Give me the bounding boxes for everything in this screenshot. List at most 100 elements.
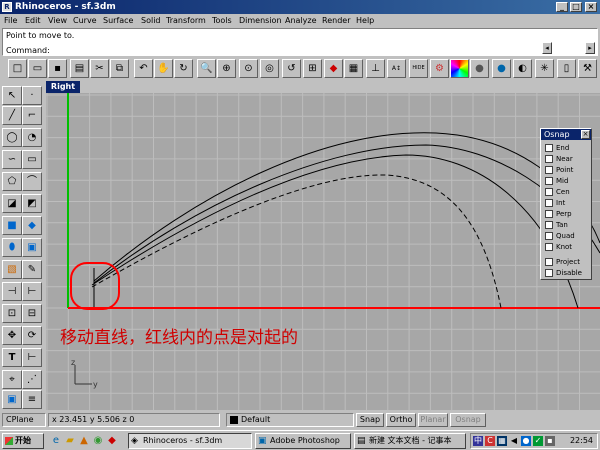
ortho-toggle[interactable]: Ortho	[386, 413, 416, 427]
copy-icon[interactable]: ⧉	[110, 59, 129, 78]
osnap-tan[interactable]: Tan	[545, 220, 568, 230]
pan-icon[interactable]: ✋	[154, 59, 173, 78]
media-icon[interactable]: ◆	[106, 435, 118, 447]
light-icon[interactable]: ✳	[535, 59, 554, 78]
render-icon[interactable]: ▣	[2, 390, 22, 409]
group-icon[interactable]: ⊟	[22, 304, 42, 323]
menu-dimension[interactable]: Dimension	[239, 15, 282, 26]
osnap-point[interactable]: Point	[545, 165, 573, 175]
point-icon[interactable]: ·	[22, 86, 42, 105]
status-cplane[interactable]: CPlane	[2, 413, 46, 427]
ie-icon[interactable]: e	[50, 435, 62, 447]
curve-icon[interactable]: ∽	[2, 150, 22, 169]
desktop-icon[interactable]: ▲	[78, 435, 90, 447]
four-viewports-icon[interactable]: ⊞	[303, 59, 322, 78]
print-icon[interactable]: ▤	[70, 59, 89, 78]
zoom-extents-icon[interactable]: ⊙	[239, 59, 258, 78]
line-icon[interactable]: ╱	[2, 106, 22, 125]
planar-toggle[interactable]: Planar	[418, 413, 448, 427]
osnap-quad[interactable]: Quad	[545, 231, 575, 241]
box-icon[interactable]: ■	[2, 216, 22, 235]
menu-view[interactable]: View	[48, 15, 67, 26]
minimize-button[interactable]: _	[556, 2, 568, 12]
menu-render[interactable]: Render	[322, 15, 350, 26]
rhino-app-icon[interactable]: R	[2, 2, 12, 12]
osnap-cen[interactable]: Cen	[545, 187, 570, 197]
save-icon[interactable]: ▪	[48, 59, 67, 78]
menu-edit[interactable]: Edit	[25, 15, 41, 26]
layer-toggle-icon[interactable]: ≡	[22, 390, 42, 409]
grid-icon[interactable]: ▦	[344, 59, 363, 78]
cplane-icon[interactable]: ⊥	[366, 59, 385, 78]
move-icon[interactable]: ✥	[2, 326, 22, 345]
tray-input-icon[interactable]: 中	[473, 436, 483, 446]
osnap-mid[interactable]: Mid	[545, 176, 568, 186]
dimension-icon[interactable]: ⊢	[22, 348, 42, 367]
explode-icon[interactable]: ⊡	[2, 304, 22, 323]
mesh-icon[interactable]: ▧	[2, 260, 22, 279]
osnap-project[interactable]: Project	[545, 257, 580, 267]
circle-icon[interactable]: ◯	[2, 128, 22, 147]
menu-file[interactable]: File	[4, 15, 17, 26]
zoom-window-icon[interactable]: ⊕	[217, 59, 236, 78]
osnap-knot[interactable]: Knot	[545, 242, 572, 252]
task-photoshop[interactable]: ▣ Adobe Photoshop	[255, 433, 351, 449]
show-all-icon[interactable]: A↕	[387, 59, 406, 78]
new-file-icon[interactable]: □	[8, 59, 27, 78]
color-wheel-icon[interactable]	[450, 59, 469, 78]
shaded-sphere-icon[interactable]: ●	[492, 59, 511, 78]
tray-app-icon[interactable]: ●	[521, 436, 531, 446]
osnap-close-button[interactable]: ×	[581, 130, 590, 139]
rendered-icon[interactable]: ◐	[513, 59, 532, 78]
menu-tools[interactable]: Tools	[212, 15, 232, 26]
command-scroll-left[interactable]: ◂	[542, 42, 552, 54]
edit-points-icon[interactable]: ⋰	[22, 370, 42, 389]
menu-analyze[interactable]: Analyze	[285, 15, 317, 26]
undo-view-icon[interactable]: ↺	[282, 59, 301, 78]
maximize-button[interactable]: □	[570, 2, 582, 12]
cut-icon[interactable]: ✂	[90, 59, 109, 78]
solid-icon[interactable]: ◆	[22, 216, 42, 235]
osnap-perp[interactable]: Perp	[545, 209, 572, 219]
rotate-view-icon[interactable]: ↻	[174, 59, 193, 78]
text-icon[interactable]: T	[2, 348, 22, 367]
open-file-icon[interactable]: ▭	[28, 59, 47, 78]
right-viewport[interactable]: 移动直线，红线内的点是对起的 z y	[46, 93, 600, 410]
undo-icon[interactable]: ↶	[134, 59, 153, 78]
osnap-near[interactable]: Near	[545, 154, 573, 164]
layer-icon[interactable]: ⚙	[430, 59, 449, 78]
menu-help[interactable]: Help	[356, 15, 374, 26]
start-button[interactable]: 开始	[2, 433, 44, 449]
select-arrow-icon[interactable]: ↖	[2, 86, 22, 105]
tray-volume-icon[interactable]: ◀	[509, 436, 519, 446]
close-button[interactable]: ×	[585, 2, 597, 12]
analyze-icon[interactable]: ⌖	[2, 370, 22, 389]
zoom-dynamic-icon[interactable]: 🔍	[197, 59, 216, 78]
osnap-end[interactable]: End	[545, 143, 569, 153]
snap-toggle[interactable]: Snap	[356, 413, 384, 427]
rectangle-icon[interactable]: ▭	[22, 150, 42, 169]
menu-solid[interactable]: Solid	[141, 15, 161, 26]
polygon-icon[interactable]: ⬠	[2, 172, 22, 191]
boolean-icon[interactable]: ▣	[22, 238, 42, 257]
menu-transform[interactable]: Transform	[166, 15, 206, 26]
tray-ch-icon[interactable]: C	[485, 436, 495, 446]
render-sphere-icon[interactable]: ●	[470, 59, 489, 78]
explorer-icon[interactable]: ▰	[64, 435, 76, 447]
cylinder-icon[interactable]: ⬮	[2, 238, 22, 257]
osnap-disable[interactable]: Disable	[545, 268, 582, 278]
split-icon[interactable]: ⊣	[2, 282, 22, 301]
tray-misc-icon[interactable]: ▪	[545, 436, 555, 446]
tray-antivirus-icon[interactable]: ✓	[533, 436, 543, 446]
menu-curve[interactable]: Curve	[73, 15, 97, 26]
options-icon[interactable]: ⚒	[578, 59, 597, 78]
fillet-icon[interactable]: ⌒	[22, 172, 42, 191]
polyline-icon[interactable]: ⌐	[22, 106, 42, 125]
arc-icon[interactable]: ◔	[22, 128, 42, 147]
properties-icon[interactable]: ▯	[557, 59, 576, 78]
rotate-icon[interactable]: ⟳	[22, 326, 42, 345]
osnap-toggle[interactable]: Osnap	[450, 413, 486, 427]
command-input[interactable]	[52, 43, 512, 53]
task-notepad[interactable]: ▤ 新建 文本文档 - 记事本	[354, 433, 466, 449]
osnap-int[interactable]: Int	[545, 198, 565, 208]
